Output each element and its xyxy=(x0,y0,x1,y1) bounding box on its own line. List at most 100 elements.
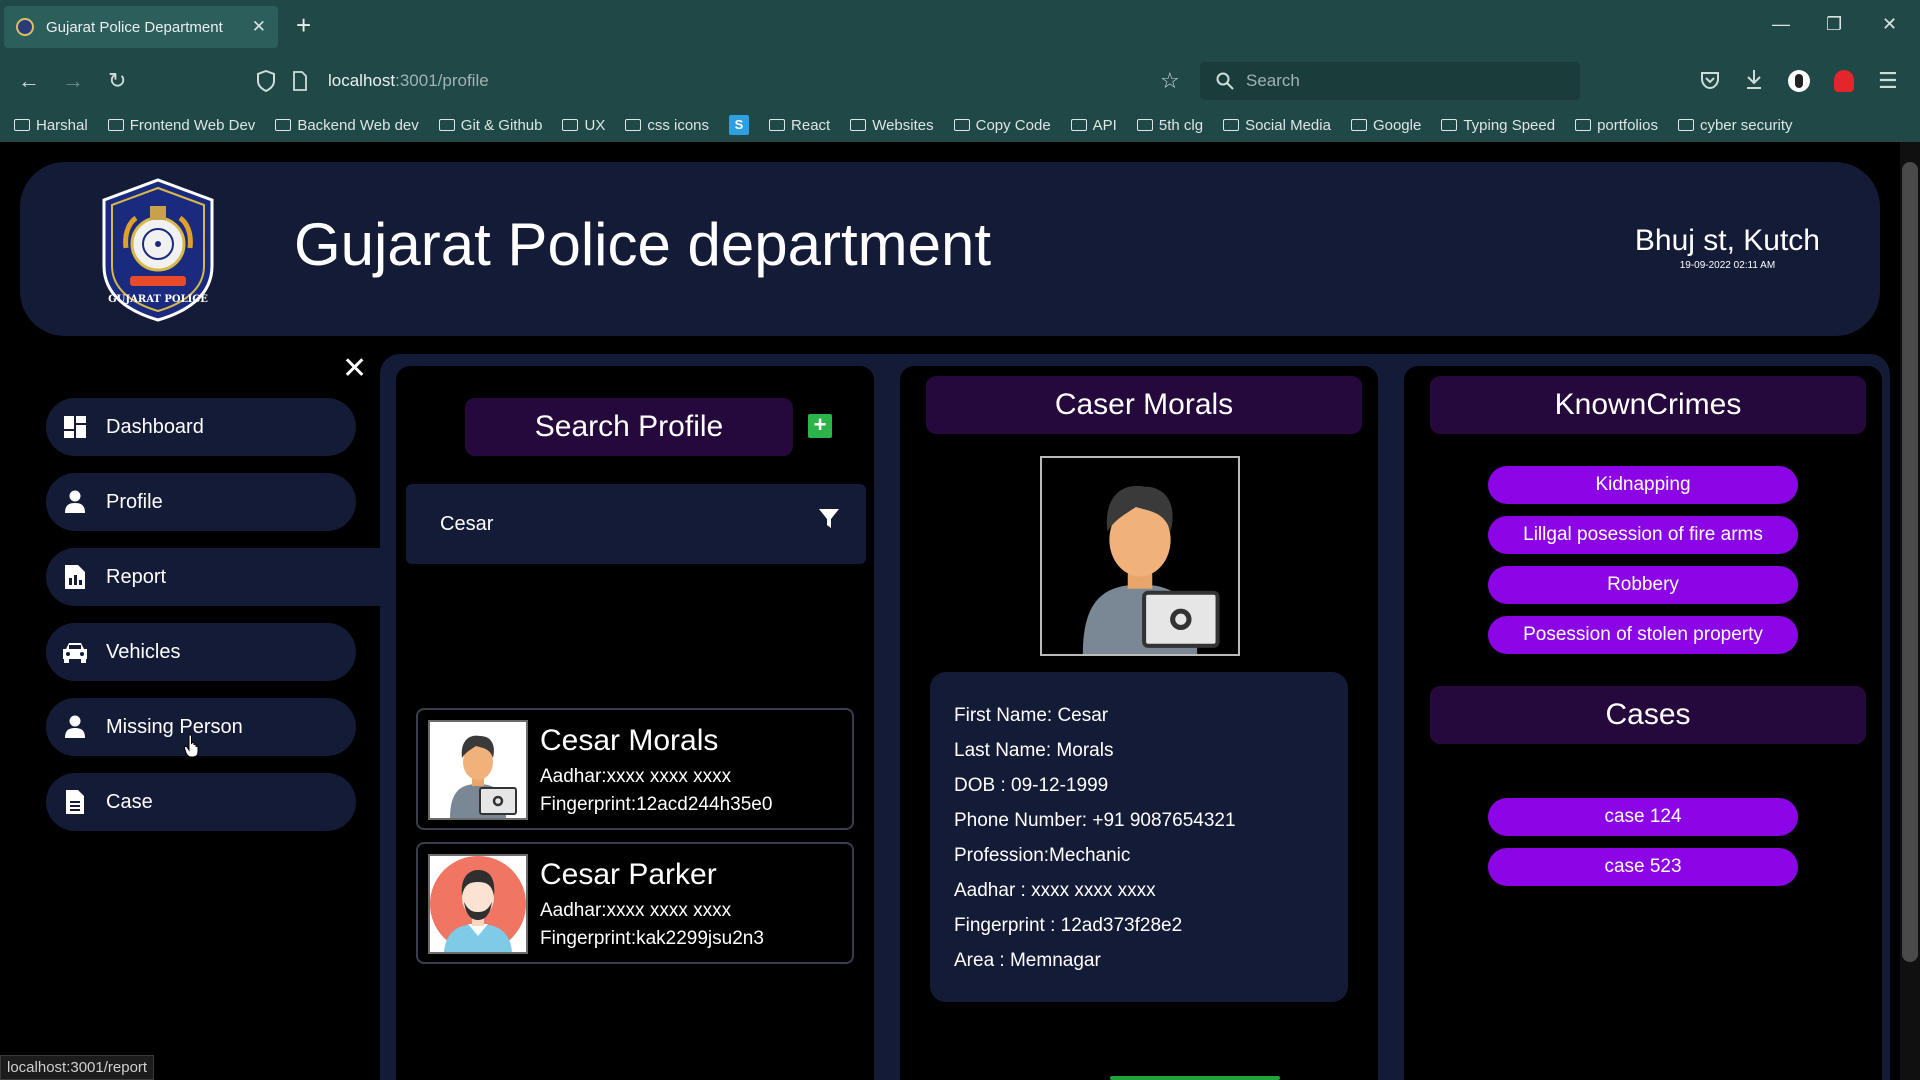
detail-phone: Phone Number: +91 9087654321 xyxy=(954,810,1236,831)
result-name: Cesar Morals xyxy=(540,724,719,757)
crime-pill[interactable]: Posession of stolen property xyxy=(1488,616,1798,654)
detail-fingerprint: Fingerprint : 12ad373f28e2 xyxy=(954,915,1183,936)
new-tab-icon[interactable]: + xyxy=(296,12,311,38)
result-name: Cesar Parker xyxy=(540,858,717,891)
crime-pill[interactable]: Lillgal posession of fire arms xyxy=(1488,516,1798,554)
add-profile-button[interactable]: + xyxy=(808,414,832,438)
folder-icon xyxy=(1070,119,1087,131)
folder-icon xyxy=(275,119,292,131)
sidebar-item-vehicles[interactable]: Vehicles xyxy=(46,623,356,681)
filter-icon[interactable] xyxy=(818,508,840,530)
case-pill[interactable]: case 124 xyxy=(1488,798,1798,836)
detail-first-name: First Name: Cesar xyxy=(954,705,1109,726)
sidebar-item-dashboard[interactable]: Dashboard xyxy=(46,398,356,456)
bookmark-item[interactable]: cyber security xyxy=(1677,117,1792,134)
bookmark-item[interactable]: S xyxy=(729,115,750,135)
search-result-item[interactable]: Cesar Parker Aadhar:xxxx xxxx xxxx Finge… xyxy=(416,842,854,964)
download-icon[interactable] xyxy=(1744,68,1764,90)
profile-name-title: Caser Morals xyxy=(926,376,1362,434)
browser-tab[interactable]: Gujarat Police Department ✕ xyxy=(4,6,278,48)
scrollbar-thumb[interactable] xyxy=(1902,162,1918,962)
crime-pill[interactable]: Kidnapping xyxy=(1488,466,1798,504)
minimize-icon[interactable]: — xyxy=(1772,14,1790,35)
result-fingerprint: Fingerprint:12acd244h35e0 xyxy=(540,794,773,815)
bookmarks-bar: Harshal Frontend Web Dev Backend Web dev… xyxy=(0,108,1920,142)
reload-icon[interactable]: ↻ xyxy=(108,68,126,94)
location-block: Bhuj st, Kutch 19-09-2022 02:11 AM xyxy=(1635,224,1820,271)
crime-pill[interactable]: Robbery xyxy=(1488,566,1798,604)
extension-shield-icon[interactable] xyxy=(1834,70,1854,92)
browser-search-box[interactable]: Search xyxy=(1200,62,1580,100)
car-icon xyxy=(62,639,88,665)
action-button-edge[interactable] xyxy=(1110,1076,1280,1080)
sidebar-item-profile[interactable]: Profile xyxy=(46,473,356,531)
pocket-icon[interactable] xyxy=(1700,70,1720,90)
folder-icon xyxy=(1677,119,1694,131)
known-crimes-panel: KnownCrimes Kidnapping Lillgal posession… xyxy=(1404,366,1882,1080)
app-title: Gujarat Police department xyxy=(294,211,992,278)
bookmark-item[interactable]: Git & Github xyxy=(438,117,542,134)
bookmark-item[interactable]: Typing Speed xyxy=(1441,117,1555,134)
bookmark-star-icon[interactable]: ☆ xyxy=(1160,68,1180,94)
profile-panel: Caser Morals First Name: Cesar Last Name… xyxy=(900,366,1378,1080)
search-panel: Search Profile + Cesar Cesar Morals Aadh… xyxy=(396,366,874,1080)
bookmark-item[interactable]: Harshal xyxy=(14,117,88,134)
case-pill[interactable]: case 523 xyxy=(1488,848,1798,886)
sidebar-item-report[interactable]: Report xyxy=(46,548,380,606)
folder-icon xyxy=(14,119,30,131)
search-result-item[interactable]: Cesar Morals Aadhar:xxxx xxxx xxxx Finge… xyxy=(416,708,854,830)
bookmark-item[interactable]: Backend Web dev xyxy=(275,117,419,134)
page-icon xyxy=(293,71,307,91)
gujarat-police-logo: GUJARAT POLICE xyxy=(102,178,214,322)
browser-navbar: ← → ↻ localhost:3001/profile ☆ Search ☰ xyxy=(0,54,1920,108)
app-header: GUJARAT POLICE Gujarat Police department… xyxy=(20,162,1880,336)
bookmark-item[interactable]: UX xyxy=(562,117,605,134)
folder-icon xyxy=(769,119,786,131)
report-icon xyxy=(62,564,88,590)
tab-title: Gujarat Police Department xyxy=(46,18,223,36)
bookmark-item[interactable]: API xyxy=(1070,117,1117,134)
page-scrollbar[interactable] xyxy=(1900,142,1920,1080)
folder-icon xyxy=(1575,119,1592,131)
address-bar[interactable]: localhost:3001/profile ☆ xyxy=(256,62,1196,100)
restore-icon[interactable]: ❐ xyxy=(1826,14,1842,35)
window-close-icon[interactable]: ✕ xyxy=(1882,14,1897,35)
police-favicon-icon xyxy=(16,18,34,36)
bookmark-item[interactable]: Websites xyxy=(850,117,934,134)
sidebar-item-label: Case xyxy=(106,790,153,813)
bookmark-item[interactable]: Google xyxy=(1350,117,1421,134)
current-datetime: 19-09-2022 02:11 AM xyxy=(1679,260,1776,271)
result-aadhar: Aadhar:xxxx xxxx xxxx xyxy=(540,766,732,787)
bookmark-item[interactable]: portfolios xyxy=(1575,117,1658,134)
url-host: localhost xyxy=(328,71,396,90)
shield-icon[interactable] xyxy=(256,70,276,92)
user-icon xyxy=(62,489,88,515)
detail-profession: Profession:Mechanic xyxy=(954,845,1131,866)
bookmark-item[interactable]: css icons xyxy=(625,117,709,134)
status-url: localhost:3001/report xyxy=(0,1055,155,1080)
account-icon[interactable] xyxy=(1788,70,1810,92)
sidebar-item-case[interactable]: Case xyxy=(46,773,356,831)
bookmark-item[interactable]: 5th clg xyxy=(1136,117,1203,134)
bookmark-item[interactable]: React xyxy=(769,117,830,134)
close-sidebar-icon[interactable]: ✕ xyxy=(342,354,367,384)
browser-tabbar: Gujarat Police Department ✕ + — ❐ ✕ xyxy=(0,0,1920,54)
detail-area: Area : Memnagar xyxy=(954,950,1101,971)
close-tab-icon[interactable]: ✕ xyxy=(252,17,266,37)
search-placeholder: Search xyxy=(1246,71,1300,90)
result-fingerprint: Fingerprint:kak2299jsu2n3 xyxy=(540,928,764,949)
back-icon[interactable]: ← xyxy=(18,68,40,94)
hand-cursor-icon xyxy=(184,734,199,758)
bookmark-item[interactable]: Social Media xyxy=(1223,117,1331,134)
sidebar-item-label: Profile xyxy=(106,490,163,513)
menu-icon[interactable]: ☰ xyxy=(1878,68,1898,94)
search-input[interactable]: Cesar xyxy=(406,484,866,564)
bookmark-item[interactable]: Frontend Web Dev xyxy=(107,117,255,134)
sidebar-item-missing-person[interactable]: Missing Person xyxy=(46,698,356,756)
result-avatar xyxy=(428,854,528,954)
location-name: Bhuj st, Kutch xyxy=(1634,224,1820,257)
folder-icon xyxy=(850,119,867,131)
forward-icon[interactable]: → xyxy=(62,68,84,94)
bookmark-item[interactable]: Copy Code xyxy=(953,117,1051,134)
known-crimes-title: KnownCrimes xyxy=(1430,376,1866,434)
